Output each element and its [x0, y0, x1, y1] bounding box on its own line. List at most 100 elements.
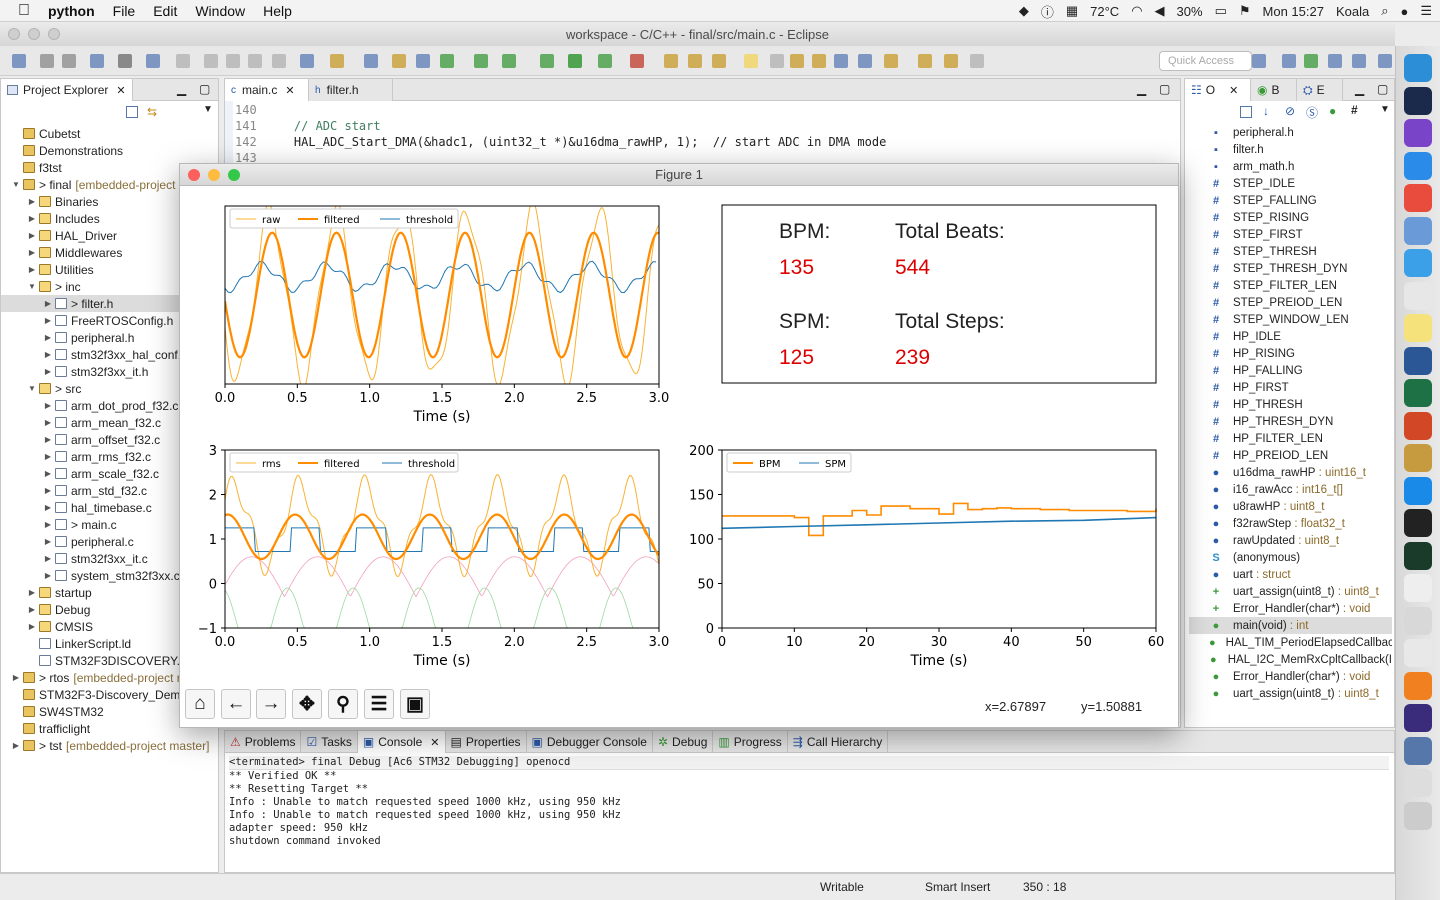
siri-icon[interactable]: ●: [1400, 4, 1408, 19]
temperature-readout[interactable]: 72°C: [1090, 4, 1119, 19]
outline-item[interactable]: # STEP_IDLE: [1189, 175, 1392, 192]
toolbar-action-icon[interactable]: [1352, 54, 1366, 68]
close-window-button[interactable]: [8, 28, 20, 40]
toolbar-action-icon[interactable]: [770, 54, 784, 68]
toolbar-action-icon[interactable]: [146, 54, 160, 68]
toolbar-action-icon[interactable]: [204, 54, 218, 68]
dropbox-icon[interactable]: ◆: [1019, 3, 1029, 19]
outline-item[interactable]: ● f32rawStep : float32_t: [1189, 515, 1392, 532]
dock-app-icon[interactable]: [1404, 671, 1432, 700]
dock-app-icon[interactable]: [1404, 346, 1432, 375]
outline-item[interactable]: # STEP_FALLING: [1189, 192, 1392, 209]
sort-icon[interactable]: ↓: [1263, 104, 1269, 118]
toolbar-action-icon[interactable]: [834, 54, 848, 68]
expand-toggle-icon[interactable]: ▶: [43, 554, 53, 563]
tab-filter-h[interactable]: h filter.h: [309, 79, 393, 101]
expand-toggle-icon[interactable]: ▶: [43, 401, 53, 410]
volume-icon[interactable]: ◀: [1155, 3, 1165, 19]
apple-menu-icon[interactable]: : [0, 2, 39, 20]
toolbar-action-icon[interactable]: [540, 54, 554, 68]
expand-toggle-icon[interactable]: ▶: [11, 741, 21, 750]
toolbar-action-icon[interactable]: [790, 54, 804, 68]
toolbar-action-icon[interactable]: [62, 54, 76, 68]
toolbar-action-icon[interactable]: [884, 54, 898, 68]
close-icon[interactable]: ✕: [116, 84, 125, 97]
maximize-icon[interactable]: ▢: [1159, 82, 1170, 96]
outline-item[interactable]: ● uart_assign(uint8_t) : uint8_t: [1189, 685, 1392, 702]
toolbar-action-icon[interactable]: [272, 54, 286, 68]
toolbar-action-icon[interactable]: [248, 54, 262, 68]
tab-expressions[interactable]: ⛭ E: [1297, 79, 1343, 101]
tab-outline[interactable]: ☷ O ✕: [1185, 79, 1251, 101]
dock-app-icon[interactable]: [1404, 509, 1432, 537]
outline-item[interactable]: ● HAL_I2C_MemRxCpltCallback(I: [1189, 651, 1392, 668]
expand-toggle-icon[interactable]: ▶: [43, 435, 53, 444]
expand-toggle-icon[interactable]: ▼: [27, 384, 37, 393]
expand-toggle-icon[interactable]: ▶: [43, 520, 53, 529]
tab-breakpoints[interactable]: ◉ B: [1251, 79, 1297, 101]
close-icon[interactable]: ✕: [430, 736, 439, 749]
toolbar-action-icon[interactable]: [440, 54, 454, 68]
expand-toggle-icon[interactable]: ▶: [43, 367, 53, 376]
toolbar-action-icon[interactable]: [812, 54, 826, 68]
outline-item[interactable]: ▪ filter.h: [1189, 141, 1392, 158]
expand-toggle-icon[interactable]: ▶: [27, 622, 37, 631]
toolbar-action-icon[interactable]: [502, 54, 516, 68]
collapse-all-icon[interactable]: [1240, 106, 1252, 118]
sidebar-icon[interactable]: ▦: [1066, 3, 1078, 19]
outline-item[interactable]: ● uart : struct: [1189, 566, 1392, 583]
tab-tasks[interactable]: ☑ Tasks: [301, 731, 358, 753]
minimize-icon[interactable]: ▁: [177, 82, 186, 96]
zoom-window-button[interactable]: [48, 28, 60, 40]
expand-toggle-icon[interactable]: ▶: [27, 214, 37, 223]
back-button[interactable]: ←: [221, 689, 251, 719]
expand-toggle-icon[interactable]: ▶: [43, 299, 53, 308]
outline-item[interactable]: ● i16_rawAcc : int16_t[]: [1189, 481, 1392, 498]
minimize-icon[interactable]: ▁: [1137, 82, 1146, 96]
outline-item[interactable]: S (anonymous): [1189, 549, 1392, 566]
toolbar-action-icon[interactable]: [1328, 54, 1342, 68]
dock-app-icon[interactable]: [1404, 54, 1432, 82]
info-icon[interactable]: ⓘ: [1041, 2, 1054, 21]
toolbar-action-icon[interactable]: [1378, 54, 1392, 68]
dock-app-icon[interactable]: [1404, 86, 1432, 115]
dock-app-icon[interactable]: [1404, 606, 1432, 635]
toolbar-action-icon[interactable]: [416, 54, 430, 68]
maximize-icon[interactable]: ▢: [1377, 82, 1388, 96]
toolbar-action-icon[interactable]: [568, 54, 582, 68]
expand-toggle-icon[interactable]: ▶: [43, 452, 53, 461]
toolbar-action-icon[interactable]: [944, 54, 958, 68]
tab-call-hierarchy[interactable]: ⇶ Call Hierarchy: [788, 731, 889, 753]
user-name[interactable]: Koala: [1336, 4, 1369, 19]
app-menu[interactable]: python: [39, 3, 104, 19]
hide-nonpublic-icon[interactable]: ●: [1329, 104, 1336, 118]
figure-close-button[interactable]: [188, 169, 200, 181]
toolbar-action-icon[interactable]: [688, 54, 702, 68]
expand-toggle-icon[interactable]: ▶: [43, 503, 53, 512]
expand-toggle-icon[interactable]: ▶: [27, 605, 37, 614]
save-figure-button[interactable]: ▣: [400, 689, 430, 719]
toolbar-action-icon[interactable]: [474, 54, 488, 68]
tree-item[interactable]: ▶ > tst [embedded-project master]: [1, 737, 218, 754]
dock-app-icon[interactable]: [1404, 639, 1432, 667]
outline-item[interactable]: # STEP_WINDOW_LEN: [1189, 311, 1392, 328]
dock-app-icon[interactable]: [1404, 184, 1432, 212]
outline-item[interactable]: ● Error_Handler(char*) : void: [1189, 668, 1392, 685]
outline-item[interactable]: ▪ peripheral.h: [1189, 124, 1392, 141]
toolbar-action-icon[interactable]: [918, 54, 932, 68]
dock-app-icon[interactable]: [1404, 411, 1432, 440]
expand-toggle-icon[interactable]: ▶: [43, 316, 53, 325]
toolbar-action-icon[interactable]: [744, 54, 758, 68]
tab-main-c[interactable]: c main.c ✕: [225, 79, 309, 101]
outline-item[interactable]: # HP_PREIOD_LEN: [1189, 447, 1392, 464]
configure-subplots-button[interactable]: ☰: [364, 689, 394, 719]
close-icon[interactable]: ✕: [285, 84, 294, 97]
toolbar-action-icon[interactable]: [630, 54, 644, 68]
tab-properties[interactable]: ▤ Properties: [446, 731, 527, 753]
toolbar-action-icon[interactable]: [118, 54, 132, 68]
outline-item[interactable]: ● rawUpdated : uint8_t: [1189, 532, 1392, 549]
outline-item[interactable]: ▪ arm_math.h: [1189, 158, 1392, 175]
toolbar-action-icon[interactable]: [858, 54, 872, 68]
expand-toggle-icon[interactable]: ▶: [43, 350, 53, 359]
expand-toggle-icon[interactable]: ▶: [43, 418, 53, 427]
